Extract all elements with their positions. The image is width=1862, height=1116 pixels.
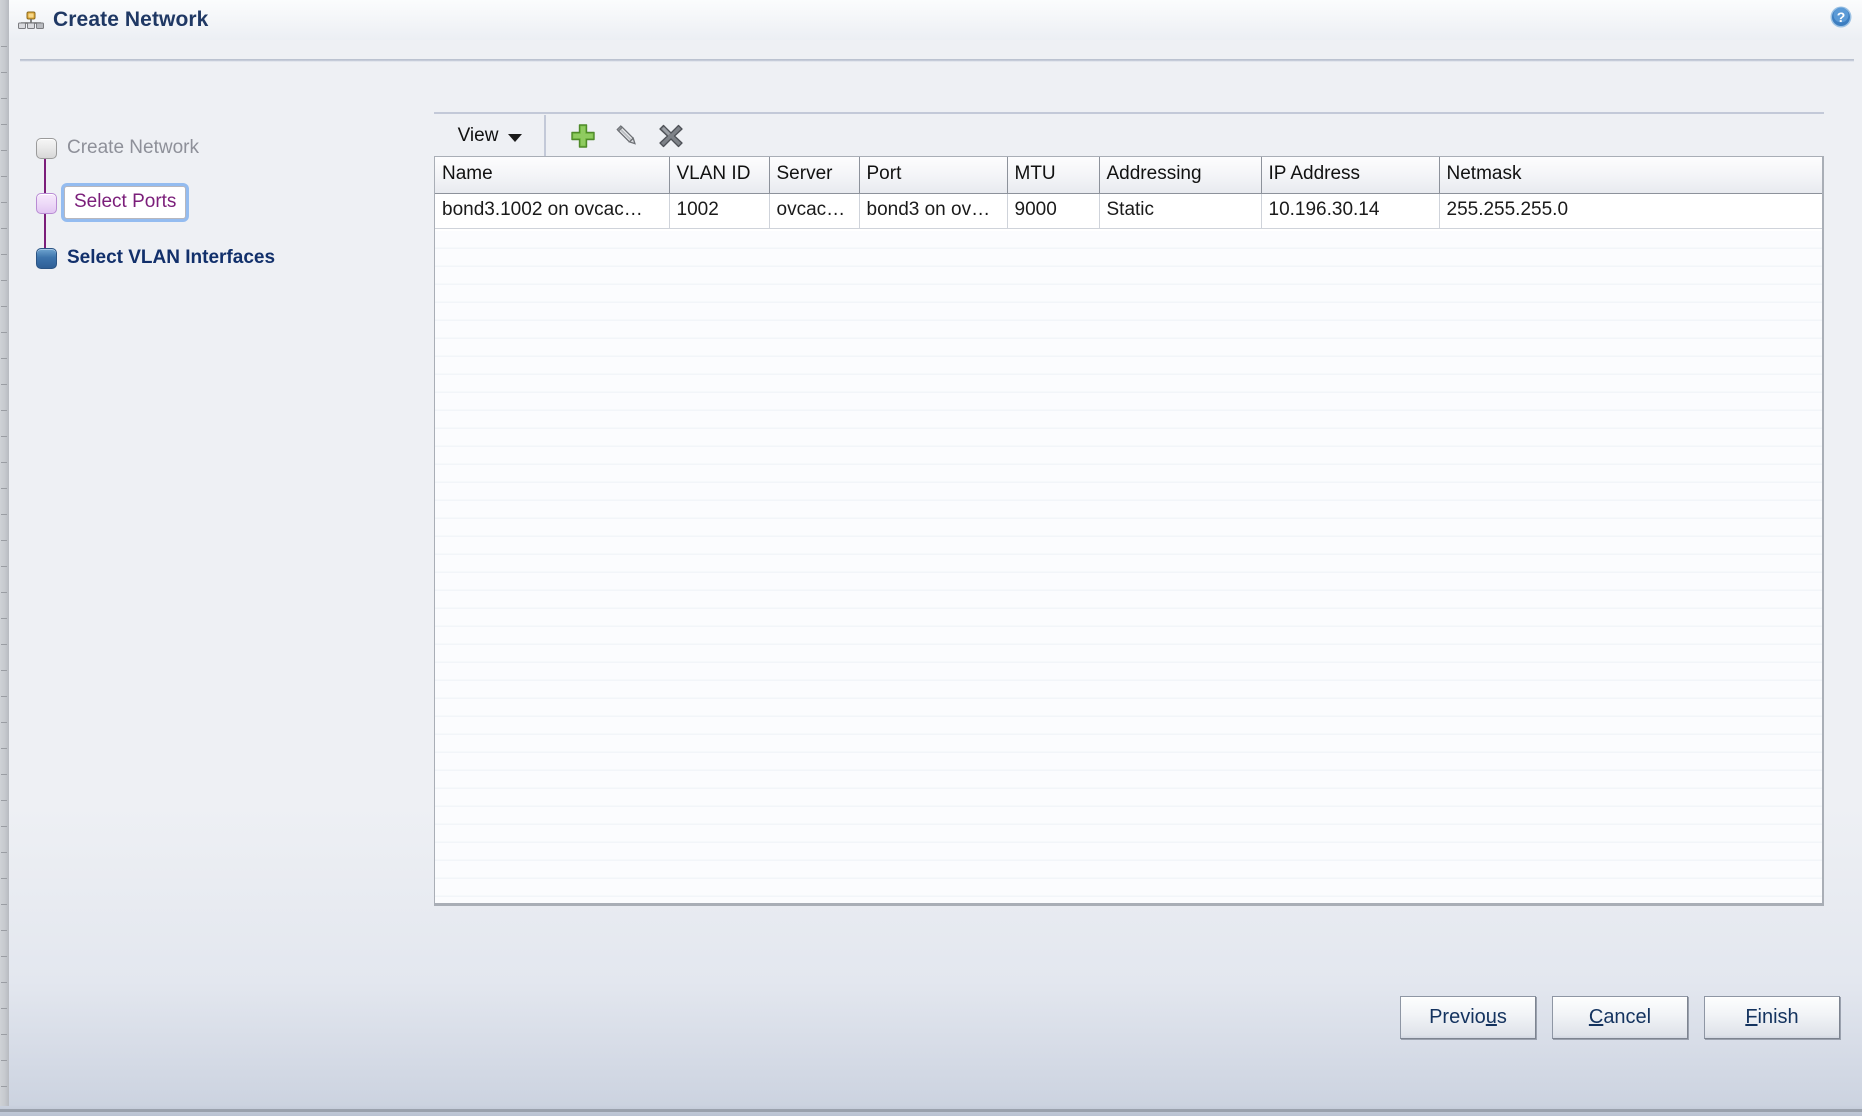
gutter-tick: [1, 1060, 7, 1061]
gutter-tick: [1, 800, 7, 801]
gutter-tick: [1, 72, 7, 73]
titlebar-separator: [20, 59, 1854, 62]
view-menu-button[interactable]: View: [434, 115, 546, 157]
gutter-tick: [1, 384, 7, 385]
column-header-ip-address[interactable]: IP Address: [1261, 157, 1440, 194]
gutter-tick: [1, 1086, 7, 1087]
dialog-footer: Previous Cancel Finish: [1400, 996, 1840, 1039]
view-menu-label: View: [457, 125, 499, 146]
dialog-titlebar: Create Network: [9, 0, 1862, 40]
column-header-vlan-id[interactable]: VLAN ID: [669, 157, 770, 194]
table-toolbar: View: [434, 114, 686, 158]
gutter-tick: [1, 150, 7, 151]
finish-button[interactable]: Finish: [1704, 996, 1840, 1039]
vlan-interfaces-panel: View Name VLAN ID Server Port MTU Addres…: [434, 112, 1824, 952]
gutter-tick: [1, 46, 7, 47]
gutter-tick: [1, 280, 7, 281]
cell-vlan-id: 1002: [669, 193, 770, 229]
gutter-tick: [1, 1034, 7, 1035]
add-icon[interactable]: [568, 121, 598, 151]
wizard-step-select-vlan-interfaces[interactable]: Select VLAN Interfaces: [20, 238, 350, 293]
wizard-step-label: Select VLAN Interfaces: [67, 247, 276, 268]
gutter-tick: [1, 566, 7, 567]
step-box-current-icon: [36, 193, 57, 214]
gutter-tick: [1, 306, 7, 307]
gutter-tick: [1, 878, 7, 879]
column-header-port[interactable]: Port: [859, 157, 1008, 194]
gutter-tick: [1, 826, 7, 827]
cell-port: bond3 on ov…: [859, 193, 1008, 229]
toolbar-action-group: [546, 121, 686, 151]
gutter-tick: [1, 852, 7, 853]
gutter-tick: [1, 358, 7, 359]
cancel-button-label: Cancel: [1588, 1006, 1652, 1028]
gutter-tick: [1, 644, 7, 645]
gutter-tick: [1, 774, 7, 775]
delete-icon[interactable]: [656, 121, 686, 151]
table-row[interactable]: bond3.1002 on ovcac… 1002 ovcac… bond3 o…: [435, 193, 1822, 229]
previous-button-label: Previous: [1429, 1006, 1507, 1028]
column-header-netmask[interactable]: Netmask: [1439, 157, 1822, 194]
step-box-done-icon: [36, 138, 57, 159]
wizard-step-select-ports[interactable]: Select Ports: [20, 183, 350, 266]
gutter-tick: [1, 410, 7, 411]
wizard-step-rail: Create Network Select Ports Select VLAN …: [20, 128, 350, 293]
gutter-tick: [1, 722, 7, 723]
cell-mtu: 9000: [1007, 193, 1100, 229]
gutter-tick: [1, 930, 7, 931]
left-gutter-strip: [0, 0, 9, 1106]
column-header-server[interactable]: Server: [769, 157, 860, 194]
wizard-step-create-network[interactable]: Create Network: [20, 128, 350, 211]
gutter-tick: [1, 540, 7, 541]
gutter-tick: [1, 1008, 7, 1009]
gutter-tick: [1, 462, 7, 463]
cell-netmask: 255.255.255.0: [1439, 193, 1822, 229]
chevron-down-icon: [508, 134, 523, 142]
gutter-tick: [1, 488, 7, 489]
column-header-mtu[interactable]: MTU: [1007, 157, 1100, 194]
column-header-addressing[interactable]: Addressing: [1099, 157, 1262, 194]
gutter-tick: [1, 124, 7, 125]
cell-name: bond3.1002 on ovcac…: [435, 193, 670, 229]
gutter-tick: [1, 254, 7, 255]
gutter-tick: [1, 436, 7, 437]
vlan-interfaces-table[interactable]: Name VLAN ID Server Port MTU Addressing …: [434, 156, 1824, 906]
gutter-tick: [1, 176, 7, 177]
network-create-icon: [18, 9, 44, 31]
gutter-tick: [1, 618, 7, 619]
gutter-tick: [1, 904, 7, 905]
gutter-tick: [1, 956, 7, 957]
gutter-tick: [1, 748, 7, 749]
column-header-name[interactable]: Name: [435, 157, 670, 194]
help-question-icon[interactable]: ?: [1828, 4, 1854, 30]
gutter-tick: [1, 98, 7, 99]
gutter-tick: [1, 202, 7, 203]
table-empty-area: [435, 231, 1822, 903]
wizard-step-label: Create Network: [67, 137, 199, 158]
gutter-tick: [1, 982, 7, 983]
gutter-tick: [1, 592, 7, 593]
wizard-step-label: Select Ports: [64, 186, 187, 219]
gutter-tick: [1, 696, 7, 697]
edit-icon[interactable]: [612, 121, 642, 151]
gutter-tick: [1, 670, 7, 671]
gutter-tick: [1, 228, 7, 229]
step-box-next-icon: [36, 248, 57, 269]
dialog-title: Create Network: [53, 8, 209, 31]
cell-server: ovcac…: [769, 193, 860, 229]
cancel-button[interactable]: Cancel: [1552, 996, 1688, 1039]
previous-button[interactable]: Previous: [1400, 996, 1536, 1039]
cell-ip-address: 10.196.30.14: [1261, 193, 1440, 229]
gutter-tick: [1, 332, 7, 333]
gutter-tick: [1, 514, 7, 515]
cell-addressing: Static: [1099, 193, 1262, 229]
table-header-row: Name VLAN ID Server Port MTU Addressing …: [435, 157, 1822, 194]
svg-text:?: ?: [1837, 9, 1846, 25]
finish-button-label: Finish: [1745, 1006, 1799, 1028]
